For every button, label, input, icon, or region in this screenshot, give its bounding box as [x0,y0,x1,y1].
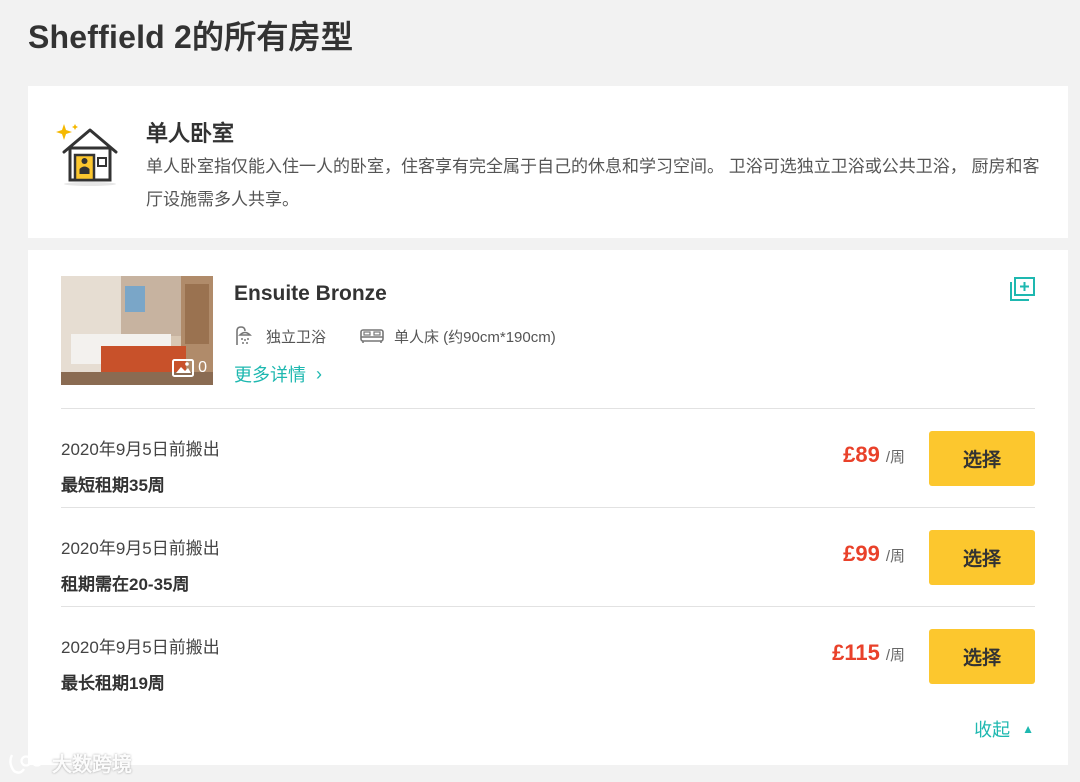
offer-row: 2020年9月5日前搬出 租期需在20-35周 £99 /周 选择 [61,507,1035,606]
more-details-label: 更多详情 [234,365,306,385]
room-type-title: 单人卧室 [146,121,235,146]
room-type-description: 单人卧室指仅能入住一人的卧室，住客享有完全属于自己的休息和学习空间。 卫浴可选独… [146,157,1040,209]
price-amount: £89 [843,442,880,467]
bed-icon [360,329,384,343]
watermark-logo-icon [9,753,43,774]
house-single-person-icon [56,124,118,186]
gallery-icon [172,359,195,377]
price-amount: £115 [832,640,880,665]
offer-row: 2020年9月5日前搬出 最短租期35周 £89 /周 选择 [61,408,1035,507]
chevron-right-icon: › [316,363,322,384]
price-unit: /周 [885,647,905,664]
page-title: Sheffield 2的所有房型 [28,19,354,55]
offer-move-out-date: 2020年9月5日前搬出 [61,440,220,459]
photo-count: 0 [172,359,207,377]
feature-bed: 单人床 (约90cm*190cm) [360,326,556,347]
page: Sheffield 2的所有房型 单人卧室 单人卧室指仅能入住一人的卧室，住客享… [0,0,1080,782]
room-listing-card: 0 Ensuite Bronze 独立卫浴 单人床 (约90cm*190cm) … [28,250,1068,765]
offer-price: £99 /周 [843,541,905,567]
offer-move-out-date: 2020年9月5日前搬出 [61,539,220,558]
watermark: 大数跨境 [8,748,132,777]
feature-ensuite: 独立卫浴 [234,325,326,347]
price-unit: /周 [885,449,905,466]
select-button[interactable]: 选择 [929,431,1035,486]
watermark-text: 大数跨境 [52,754,132,776]
price-amount: £99 [843,541,880,566]
offer-term: 租期需在20-35周 [61,575,190,594]
more-details-link[interactable]: 更多详情 › [234,361,322,387]
feature-bed-label: 单人床 (约90cm*190cm) [394,328,556,346]
offer-row: 2020年9月5日前搬出 最长租期19周 £115 /周 选择 [61,606,1035,705]
feature-ensuite-label: 独立卫浴 [266,328,327,346]
room-photo[interactable]: 0 [61,276,213,385]
select-button[interactable]: 选择 [929,530,1035,585]
room-type-card: 单人卧室 单人卧室指仅能入住一人的卧室，住客享有完全属于自己的休息和学习空间。 … [28,86,1068,238]
offer-term: 最长租期19周 [61,674,165,693]
add-to-compare-icon[interactable] [1008,276,1036,302]
offer-price: £89 /周 [843,442,905,468]
offer-term: 最短租期35周 [61,476,165,495]
photo-count-value: 0 [198,359,207,376]
room-name: Ensuite Bronze [234,282,387,305]
price-unit: /周 [885,548,905,565]
collapse-label: 收起 [974,720,1011,740]
offer-move-out-date: 2020年9月5日前搬出 [61,638,220,657]
select-button[interactable]: 选择 [929,629,1035,684]
room-features: 独立卫浴 单人床 (约90cm*190cm) [234,325,590,347]
offer-price: £115 /周 [832,640,905,666]
shower-icon [236,326,252,345]
caret-up-icon: ▲ [1022,722,1034,736]
collapse-link[interactable]: 收起 ▲ [974,716,1034,742]
